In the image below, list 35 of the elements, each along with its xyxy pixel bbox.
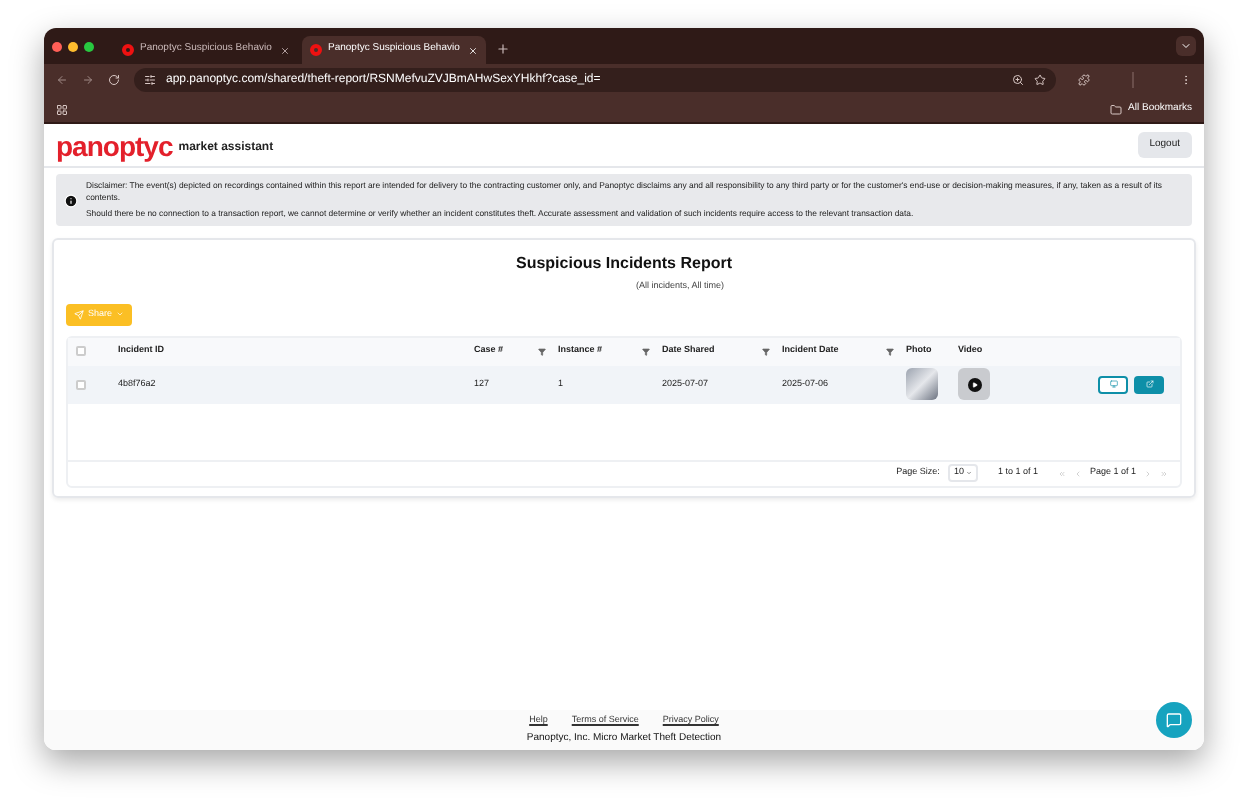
- filter-icon[interactable]: [762, 347, 770, 356]
- tab-list-button[interactable]: [1176, 36, 1196, 56]
- zoom-icon[interactable]: [1012, 74, 1024, 86]
- report-title: Suspicious Incidents Report: [513, 252, 734, 276]
- close-window-icon[interactable]: [52, 41, 62, 51]
- photo-placeholder[interactable]: [906, 368, 938, 401]
- site-logo-icon: [310, 44, 322, 56]
- play-icon: [967, 377, 981, 392]
- send-icon: [74, 309, 84, 320]
- folder-icon[interactable]: [1110, 103, 1123, 115]
- filter-icon[interactable]: [886, 347, 894, 356]
- site-settings-icon[interactable]: [144, 74, 156, 86]
- apps-icon[interactable]: [56, 103, 68, 115]
- logo: panoptyc: [56, 131, 173, 159]
- reload-icon[interactable]: [108, 74, 120, 86]
- chat-icon: [1166, 712, 1182, 728]
- maximize-window-icon[interactable]: [84, 41, 94, 51]
- bookmark-star-icon[interactable]: [1034, 74, 1046, 86]
- site-logo-icon: [122, 44, 134, 56]
- minimize-window-icon[interactable]: [68, 41, 78, 51]
- new-tab-icon[interactable]: [496, 42, 510, 56]
- chat-button[interactable]: [1156, 702, 1192, 738]
- back-icon[interactable]: [56, 74, 68, 86]
- view-button[interactable]: [1098, 375, 1128, 394]
- screen-icon: [1109, 380, 1117, 389]
- external-link-icon: [1145, 380, 1153, 389]
- info-icon: [64, 193, 78, 207]
- row-checkbox[interactable]: [76, 379, 86, 390]
- chevron-down-icon: [1180, 40, 1192, 52]
- extensions-icon[interactable]: [1078, 74, 1090, 86]
- filter-icon[interactable]: [642, 347, 650, 356]
- select-all-checkbox[interactable]: [76, 346, 86, 357]
- video-thumbnail[interactable]: [958, 368, 990, 401]
- open-link-button[interactable]: [1134, 375, 1164, 394]
- filter-icon[interactable]: [538, 347, 546, 356]
